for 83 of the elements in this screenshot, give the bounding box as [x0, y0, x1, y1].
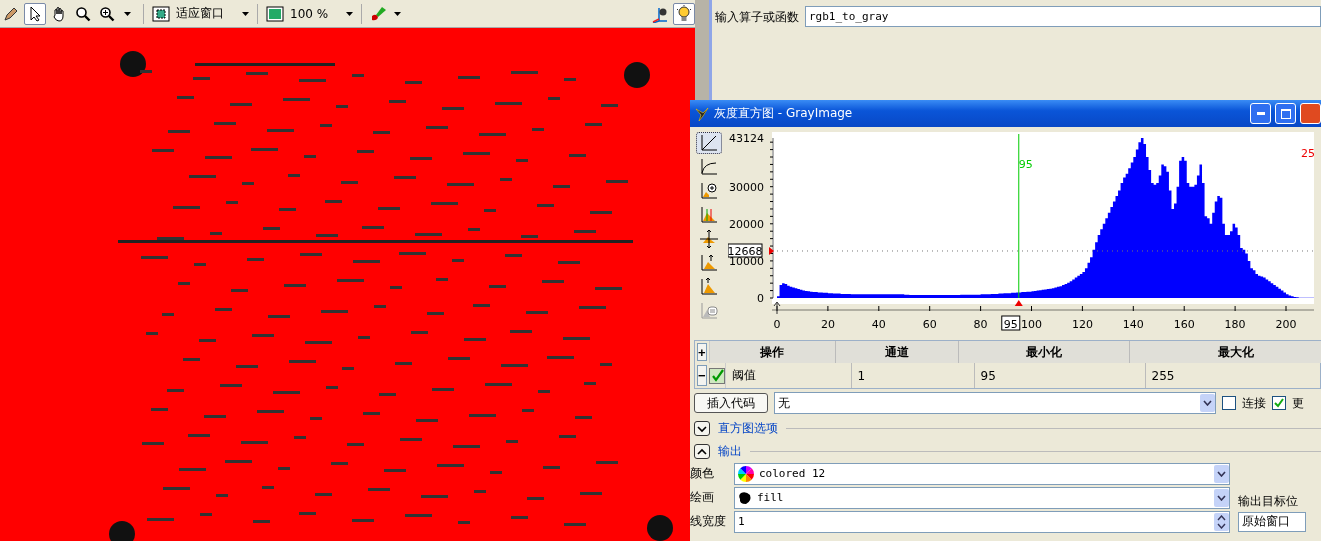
chevron-down-icon — [1217, 470, 1226, 477]
x-tick-label: 20 — [820, 318, 835, 331]
zoom-level-dropdown[interactable]: 100 % — [286, 6, 354, 21]
chevron-down-icon — [697, 424, 707, 433]
pencil-icon — [3, 5, 19, 22]
origin-arrow-icon — [773, 301, 781, 315]
operator-input-field[interactable]: rgb1_to_gray — [805, 6, 1321, 27]
section-title[interactable]: 输出 — [718, 443, 742, 460]
caret-icon — [242, 11, 249, 16]
color-wheel-icon — [738, 465, 754, 482]
caret-icon — [346, 11, 354, 16]
table-cell: 阈值 — [725, 363, 852, 388]
x-tick-label: 120 — [1071, 318, 1093, 331]
threshold-min-label: 95 — [1018, 158, 1033, 171]
field-label: 绘画 — [690, 489, 715, 506]
chevron-up-icon — [697, 447, 707, 456]
field-label: 颜色 — [690, 465, 715, 482]
color-dropdown[interactable]: colored 12 — [734, 462, 1230, 485]
minimize-icon — [1256, 112, 1265, 115]
x-tick-label: 40 — [871, 318, 886, 331]
column-header: 操作 — [709, 341, 836, 363]
table-cell: 1 — [851, 363, 975, 388]
column-header: 通道 — [835, 341, 959, 363]
close-button[interactable] — [1300, 103, 1321, 124]
output-target-dropdown[interactable]: 原始窗口 — [1238, 512, 1306, 532]
x-tick-label: 160 — [1173, 318, 1195, 331]
hand-icon — [51, 5, 67, 22]
maximize-button[interactable] — [1275, 103, 1296, 124]
section-toggle-button[interactable] — [694, 444, 710, 459]
y-marker-box: 12668 — [728, 243, 763, 258]
x-tick-label: 180 — [1224, 318, 1246, 331]
x-tick-label: 200 — [1275, 318, 1297, 331]
fit-mode-dropdown[interactable]: 适应窗口 — [172, 5, 249, 22]
window-title: 灰度直方图 - GrayImage — [714, 105, 853, 122]
code-target-dropdown[interactable]: 无 — [774, 392, 1216, 414]
field-label: 线宽度 — [690, 513, 727, 530]
remove-button[interactable]: − — [697, 365, 707, 386]
threshold-marker-icon — [1014, 300, 1023, 306]
checkbox-label: 连接 — [1242, 394, 1266, 412]
x-tick-label: 60 — [922, 318, 937, 331]
section-title[interactable]: 直方图选项 — [718, 420, 778, 437]
caret-icon[interactable] — [124, 11, 131, 16]
search-icon — [75, 5, 91, 22]
blob-icon — [738, 490, 752, 505]
section-toggle-button[interactable] — [694, 421, 710, 436]
column-header: 最小化 — [958, 341, 1130, 363]
minimize-button[interactable] — [1250, 103, 1271, 124]
y-tick-label: 0 — [757, 292, 764, 305]
light-bulb-icon[interactable] — [673, 2, 695, 25]
fit-window-icon — [152, 5, 170, 22]
table-cell: 255 — [1145, 363, 1321, 388]
x-tick-label: 0 — [773, 318, 781, 331]
caret-icon[interactable] — [394, 11, 402, 16]
insert-code-button[interactable]: 插入代码 — [694, 393, 768, 413]
threshold-max-label: 25 — [1301, 147, 1314, 160]
draw-mode-dropdown[interactable]: fill — [734, 486, 1230, 509]
pointer-icon — [27, 5, 43, 22]
line-width-spinbox[interactable]: 1 — [734, 510, 1230, 533]
operator-input-label: 输入算子或函数 — [715, 9, 799, 26]
x-tick-label: 140 — [1122, 318, 1144, 331]
maximize-icon — [1280, 108, 1291, 119]
enabled-check-icon[interactable] — [708, 367, 725, 384]
column-header: 最大化 — [1129, 341, 1321, 363]
chevron-down-icon — [1217, 494, 1226, 501]
x-marker-box: 95 — [1001, 315, 1021, 331]
linear-scale-icon[interactable] — [696, 132, 722, 154]
image-icon — [266, 5, 284, 22]
level-marker-icon — [769, 247, 774, 255]
x-tick-label: 80 — [973, 318, 988, 331]
x-tick-label: 100 — [1021, 318, 1042, 331]
checkbox-label: 更 — [1292, 394, 1304, 412]
y-tick-label: 20000 — [729, 217, 764, 231]
checkbox[interactable] — [1272, 396, 1286, 410]
add-button[interactable]: + — [697, 343, 707, 361]
y-tick-label: 30000 — [729, 180, 764, 194]
output-target-label: 输出目标位 — [1238, 493, 1299, 510]
checkbox[interactable] — [1222, 396, 1236, 410]
y-tick-label: 43124 — [729, 132, 764, 145]
zoom-in-icon — [99, 5, 115, 22]
pointer-tool[interactable] — [24, 2, 46, 25]
chevron-down-icon — [1203, 400, 1212, 406]
table-cell: 95 — [974, 363, 1146, 388]
spin-arrows-icon — [1217, 514, 1226, 529]
